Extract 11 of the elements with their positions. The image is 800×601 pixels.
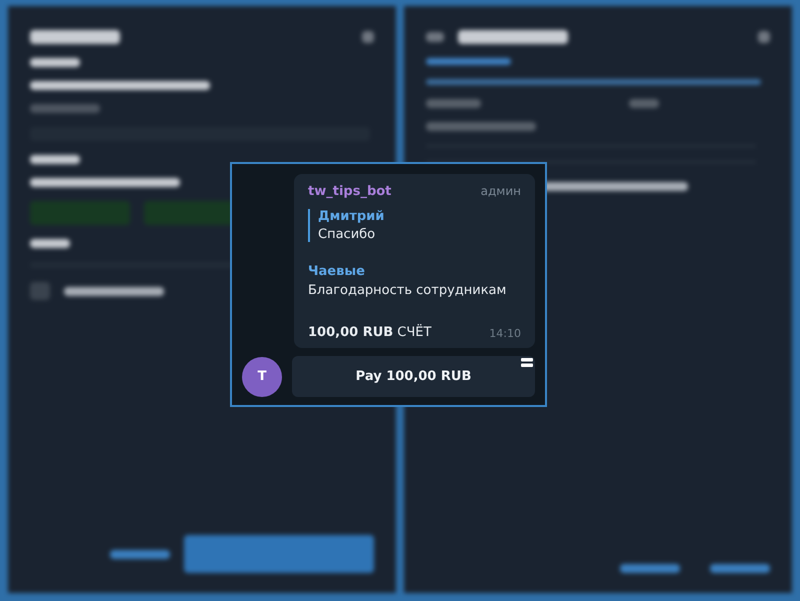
reply-author: Дмитрий: [318, 209, 386, 224]
admin-label: админ: [480, 184, 521, 198]
pay-button[interactable]: Pay 100,00 RUB: [292, 356, 535, 397]
invoice-description: Благодарность сотрудникам: [308, 283, 508, 298]
invoice-amount: 100,00 RUB СЧЁТ: [308, 325, 432, 340]
avatar: T: [242, 356, 282, 396]
reply-text: Спасибо: [318, 227, 376, 242]
message-time: 14:10: [489, 327, 521, 340]
sender-name: tw_tips_bot: [308, 184, 392, 199]
invoice-title: Чаевые: [308, 264, 366, 279]
card-icon: [521, 358, 533, 368]
